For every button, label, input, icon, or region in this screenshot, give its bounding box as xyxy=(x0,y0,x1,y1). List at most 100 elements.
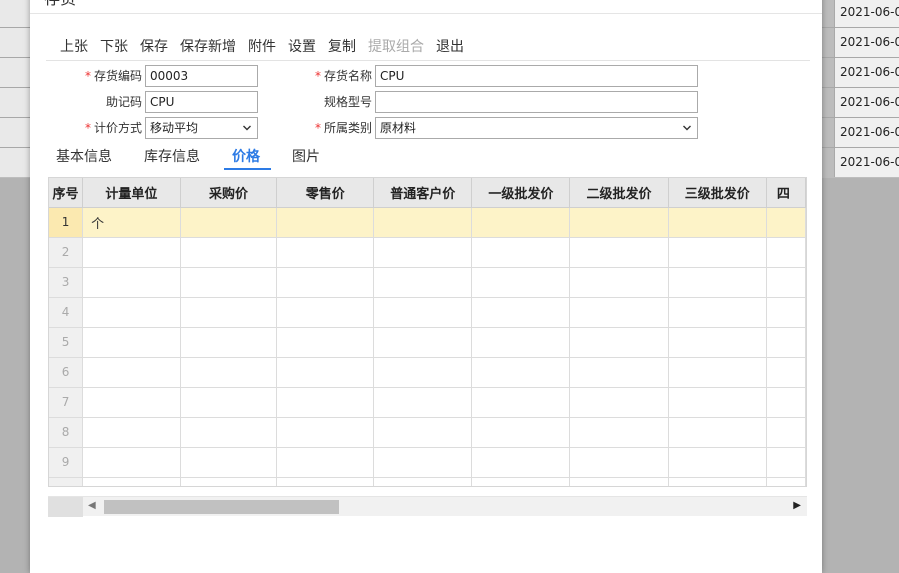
price-cell[interactable] xyxy=(668,447,767,478)
price-cell[interactable] xyxy=(569,417,669,448)
unit-cell[interactable] xyxy=(82,267,181,298)
price-cell[interactable] xyxy=(373,207,473,238)
settings-button[interactable]: 设置 xyxy=(288,36,316,56)
price-cell[interactable] xyxy=(668,477,767,486)
price-cell[interactable] xyxy=(180,387,278,418)
price-cell[interactable] xyxy=(180,237,278,268)
table-row[interactable]: 6 xyxy=(49,357,806,388)
save-button[interactable]: 保存 xyxy=(140,36,168,56)
price-cell[interactable] xyxy=(373,477,473,486)
category-select[interactable]: 原材料 xyxy=(375,117,698,139)
unit-cell[interactable] xyxy=(82,387,181,418)
table-row[interactable]: 7 xyxy=(49,387,806,418)
col-header-wholesale-1[interactable]: 一级批发价 xyxy=(471,178,571,208)
price-cell[interactable] xyxy=(766,267,806,298)
price-cell[interactable] xyxy=(276,357,375,388)
price-cell[interactable] xyxy=(569,447,669,478)
table-row[interactable]: 5 xyxy=(49,327,806,358)
price-cell[interactable] xyxy=(471,387,571,418)
price-cell[interactable] xyxy=(668,267,767,298)
price-cell[interactable] xyxy=(569,357,669,388)
price-cell[interactable] xyxy=(180,447,278,478)
price-cell[interactable] xyxy=(471,297,571,328)
save-new-button[interactable]: 保存新增 xyxy=(180,36,236,56)
price-cell[interactable] xyxy=(569,387,669,418)
col-header-customer-price[interactable]: 普通客户价 xyxy=(373,178,473,208)
price-cell[interactable] xyxy=(668,207,767,238)
valuation-select[interactable]: 移动平均 xyxy=(145,117,258,139)
col-header-index[interactable]: 序号 xyxy=(49,178,84,208)
col-header-wholesale-2[interactable]: 二级批发价 xyxy=(569,178,669,208)
price-cell[interactable] xyxy=(180,207,278,238)
price-cell[interactable] xyxy=(180,357,278,388)
price-cell[interactable] xyxy=(766,207,806,238)
price-cell[interactable] xyxy=(471,417,571,448)
col-header-unit[interactable]: 计量单位 xyxy=(82,178,181,208)
price-cell[interactable] xyxy=(276,417,375,448)
price-cell[interactable] xyxy=(766,447,806,478)
price-cell[interactable] xyxy=(180,327,278,358)
price-cell[interactable] xyxy=(766,327,806,358)
table-row[interactable]: 8 xyxy=(49,417,806,448)
horizontal-scrollbar[interactable]: ◀ ▶ xyxy=(48,496,807,517)
table-row[interactable]: 1个 xyxy=(49,207,806,238)
price-cell[interactable] xyxy=(180,477,278,486)
price-cell[interactable] xyxy=(668,297,767,328)
table-row[interactable]: 2 xyxy=(49,237,806,268)
price-cell[interactable] xyxy=(180,297,278,328)
unit-cell[interactable] xyxy=(82,327,181,358)
tab-stock-info[interactable]: 库存信息 xyxy=(144,146,200,166)
price-cell[interactable] xyxy=(668,387,767,418)
unit-cell[interactable] xyxy=(82,417,181,448)
price-cell[interactable] xyxy=(373,357,473,388)
price-cell[interactable] xyxy=(180,417,278,448)
price-cell[interactable] xyxy=(569,237,669,268)
unit-cell[interactable] xyxy=(82,297,181,328)
price-cell[interactable] xyxy=(471,477,571,486)
price-cell[interactable] xyxy=(373,387,473,418)
price-cell[interactable] xyxy=(668,327,767,358)
scroll-right-icon[interactable]: ▶ xyxy=(793,500,801,511)
scrollbar-thumb[interactable] xyxy=(104,500,339,514)
close-icon[interactable]: ✕ xyxy=(797,0,810,2)
unit-cell[interactable] xyxy=(82,237,181,268)
price-cell[interactable] xyxy=(569,477,669,486)
price-cell[interactable] xyxy=(373,237,473,268)
price-cell[interactable] xyxy=(373,267,473,298)
price-cell[interactable] xyxy=(276,297,375,328)
next-button[interactable]: 下张 xyxy=(100,36,128,56)
table-row[interactable]: 10 xyxy=(49,477,806,486)
copy-button[interactable]: 复制 xyxy=(328,36,356,56)
price-cell[interactable] xyxy=(276,447,375,478)
code-input[interactable]: 00003 xyxy=(145,65,258,87)
price-cell[interactable] xyxy=(766,417,806,448)
extract-combo-button[interactable]: 提取组合 xyxy=(368,36,424,56)
price-cell[interactable] xyxy=(766,477,806,486)
unit-cell[interactable] xyxy=(82,477,181,486)
price-cell[interactable] xyxy=(276,387,375,418)
price-cell[interactable] xyxy=(373,447,473,478)
price-cell[interactable] xyxy=(180,267,278,298)
exit-button[interactable]: 退出 xyxy=(436,36,464,56)
col-header-wholesale-3[interactable]: 三级批发价 xyxy=(668,178,767,208)
price-cell[interactable] xyxy=(471,357,571,388)
name-input[interactable]: CPU xyxy=(375,65,698,87)
attachment-button[interactable]: 附件 xyxy=(248,36,276,56)
price-cell[interactable] xyxy=(276,477,375,486)
col-header-wholesale-4[interactable]: 四 xyxy=(766,178,806,208)
price-cell[interactable] xyxy=(373,327,473,358)
price-cell[interactable] xyxy=(766,357,806,388)
spec-input[interactable] xyxy=(375,91,698,113)
price-cell[interactable] xyxy=(766,237,806,268)
table-row[interactable]: 3 xyxy=(49,267,806,298)
price-cell[interactable] xyxy=(766,297,806,328)
unit-cell[interactable] xyxy=(82,447,181,478)
price-cell[interactable] xyxy=(471,267,571,298)
price-cell[interactable] xyxy=(373,417,473,448)
price-cell[interactable] xyxy=(471,237,571,268)
unit-cell[interactable]: 个 xyxy=(82,207,181,238)
price-cell[interactable] xyxy=(276,207,375,238)
tab-image[interactable]: 图片 xyxy=(292,146,320,166)
price-cell[interactable] xyxy=(276,237,375,268)
mnemonic-input[interactable]: CPU xyxy=(145,91,258,113)
